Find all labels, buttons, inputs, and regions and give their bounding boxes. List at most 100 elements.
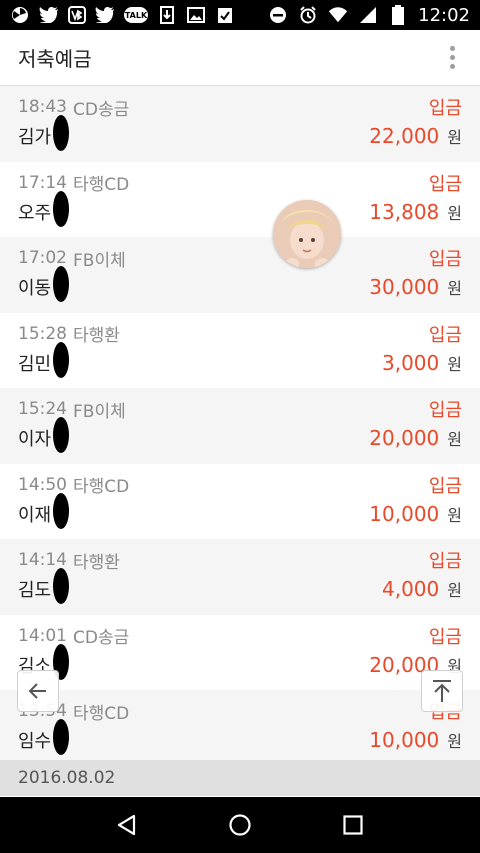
transaction-kind: 입금 [428, 626, 462, 648]
nav-back-button[interactable] [107, 805, 147, 845]
back-button[interactable] [17, 670, 59, 712]
list-item[interactable]: 17:14 타행CD 입금 오주 13,808 원 [0, 162, 480, 238]
square-recents-icon [343, 815, 363, 835]
list-item[interactable]: 18:43 CD송금 입금 김가 22,000 원 [0, 86, 480, 162]
twitter-icon [39, 5, 59, 25]
redaction-mark [53, 568, 70, 604]
transaction-kind: 입금 [428, 249, 462, 270]
triangle-back-icon [117, 814, 135, 836]
row-body: 이자 20,000 원 [18, 417, 462, 454]
redaction-mark [53, 115, 70, 151]
transaction-type: CD송금 [73, 99, 130, 120]
transaction-amount: 30,000 [369, 275, 440, 299]
list-item[interactable]: 14:50 타행CD 입금이재 10,000 원 [0, 464, 480, 540]
dnd-icon [268, 5, 288, 25]
transaction-type: FB이체 [73, 250, 126, 271]
row-body: 김가 22,000 원 [18, 115, 462, 152]
sender-name: 김민 [18, 341, 70, 378]
currency-unit: 원 [447, 430, 462, 449]
transaction-amount: 10,000 [369, 501, 440, 526]
row-body: 김도 4,000 원 [18, 568, 462, 605]
redaction-mark [53, 341, 70, 378]
transaction-amount: 4,000 [382, 577, 440, 601]
transaction-type: 타행CD [73, 703, 130, 724]
row-header: 17:14 타행CD 입금 [18, 170, 462, 196]
scroll-to-top-button[interactable] [421, 670, 463, 712]
row-body: 김민 3,000 원 [18, 341, 462, 379]
redaction-mark [53, 266, 70, 302]
transaction-amount: 22,000 [369, 124, 440, 148]
transaction-kind: 입금 [428, 98, 462, 119]
overflow-menu-icon[interactable] [442, 46, 462, 69]
battery-icon [388, 5, 408, 25]
pinwheel-icon [10, 5, 30, 25]
row-header: 14:50 타행CD 입금 [18, 472, 462, 498]
transaction-type: CD송금 [73, 628, 130, 648]
transaction-kind: 입금 [428, 400, 462, 421]
row-body: 오주 13,808 원 [18, 190, 462, 228]
transaction-type: 타행CD [73, 477, 130, 497]
list-item[interactable]: 13:54타행CD입금임수 10,000 원 [0, 690, 480, 766]
app-header: 저축예금 [0, 30, 480, 86]
currency-unit: 원 [447, 354, 462, 374]
sender-name: 김도 [18, 568, 70, 604]
transaction-amount: 10,000 [369, 728, 440, 752]
talk-icon: TALK [124, 7, 148, 23]
row-header: 17:02 FB이체 입금 [18, 245, 462, 271]
row-body: 이재 10,000 원 [18, 492, 462, 530]
nav-home-button[interactable] [220, 805, 260, 845]
sender-name: 이재 [18, 492, 70, 529]
sender-name: 오주 [18, 190, 70, 227]
list-item[interactable]: 15:24 FB이체 입금 이자 20,000 원 [0, 388, 480, 464]
redaction-mark [53, 417, 70, 453]
date-separator-label: 2016.08.02 [18, 768, 116, 788]
transaction-time: 15:28 [18, 323, 67, 344]
nav-recents-button[interactable] [333, 805, 373, 845]
arrow-up-icon [433, 680, 451, 702]
transaction-kind: 입금 [428, 324, 462, 346]
sender-name: 이동 [18, 266, 70, 302]
transaction-kind: 입금 [428, 173, 462, 195]
page-title: 저축예금 [18, 47, 92, 71]
transaction-time: 14:50 [18, 474, 67, 495]
sender-name: 김가 [18, 115, 70, 151]
list-item[interactable]: 17:02 FB이체 입금 이동 30,000 원 [0, 237, 480, 313]
transaction-kind: 입금 [428, 475, 462, 497]
currency-unit: 원 [447, 203, 462, 223]
row-body: 이동 30,000 원 [18, 266, 462, 303]
list-item[interactable]: 15:28 타행환 입금김민 3,000 원 [0, 313, 480, 389]
currency-unit: 원 [447, 505, 462, 525]
date-separator: 2016.08.02 [0, 760, 480, 796]
transaction-type: 타행환 [73, 326, 120, 346]
row-header: 14:14 타행환 입금 [18, 547, 462, 573]
redaction-mark [53, 190, 70, 227]
system-nav-bar [0, 797, 480, 853]
redaction-mark [53, 492, 70, 529]
transaction-time: 14:01 [18, 625, 67, 646]
list-item[interactable]: 14:01 CD송금 입금 김소 20,000 원 [0, 615, 480, 691]
vb-icon [68, 6, 86, 24]
transaction-amount: 13,808 [369, 199, 440, 224]
redaction-mark [53, 719, 70, 755]
check-clipboard-icon [215, 5, 235, 25]
transaction-amount: 3,000 [382, 350, 440, 375]
transaction-time: 14:14 [18, 550, 67, 570]
row-body: 임수 10,000 원 [18, 719, 462, 756]
transaction-list: 18:43 CD송금 입금 김가 22,000 원 17:14 타행CD 입금 오주 13,808 원… [0, 86, 480, 766]
row-body: 김소 20,000 원 [18, 643, 462, 681]
sender-name: 이자 [18, 417, 70, 453]
transaction-time: 17:02 [18, 248, 67, 268]
sender-name: 임수 [18, 719, 70, 755]
transaction-time: 18:43 [18, 97, 67, 117]
row-header: 15:24 FB이체 입금 [18, 396, 462, 422]
row-header: 14:01 CD송금 입금 [18, 623, 462, 649]
circle-home-icon [229, 814, 251, 836]
row-header: 15:28 타행환 입금 [18, 321, 462, 347]
transaction-type: 타행CD [73, 175, 130, 195]
currency-unit: 원 [447, 581, 462, 600]
signal-icon [358, 5, 378, 25]
list-item[interactable]: 14:14 타행환 입금 김도 4,000 원 [0, 539, 480, 615]
alarm-icon [298, 5, 318, 25]
image-icon [186, 5, 206, 25]
avatar[interactable] [273, 200, 341, 268]
